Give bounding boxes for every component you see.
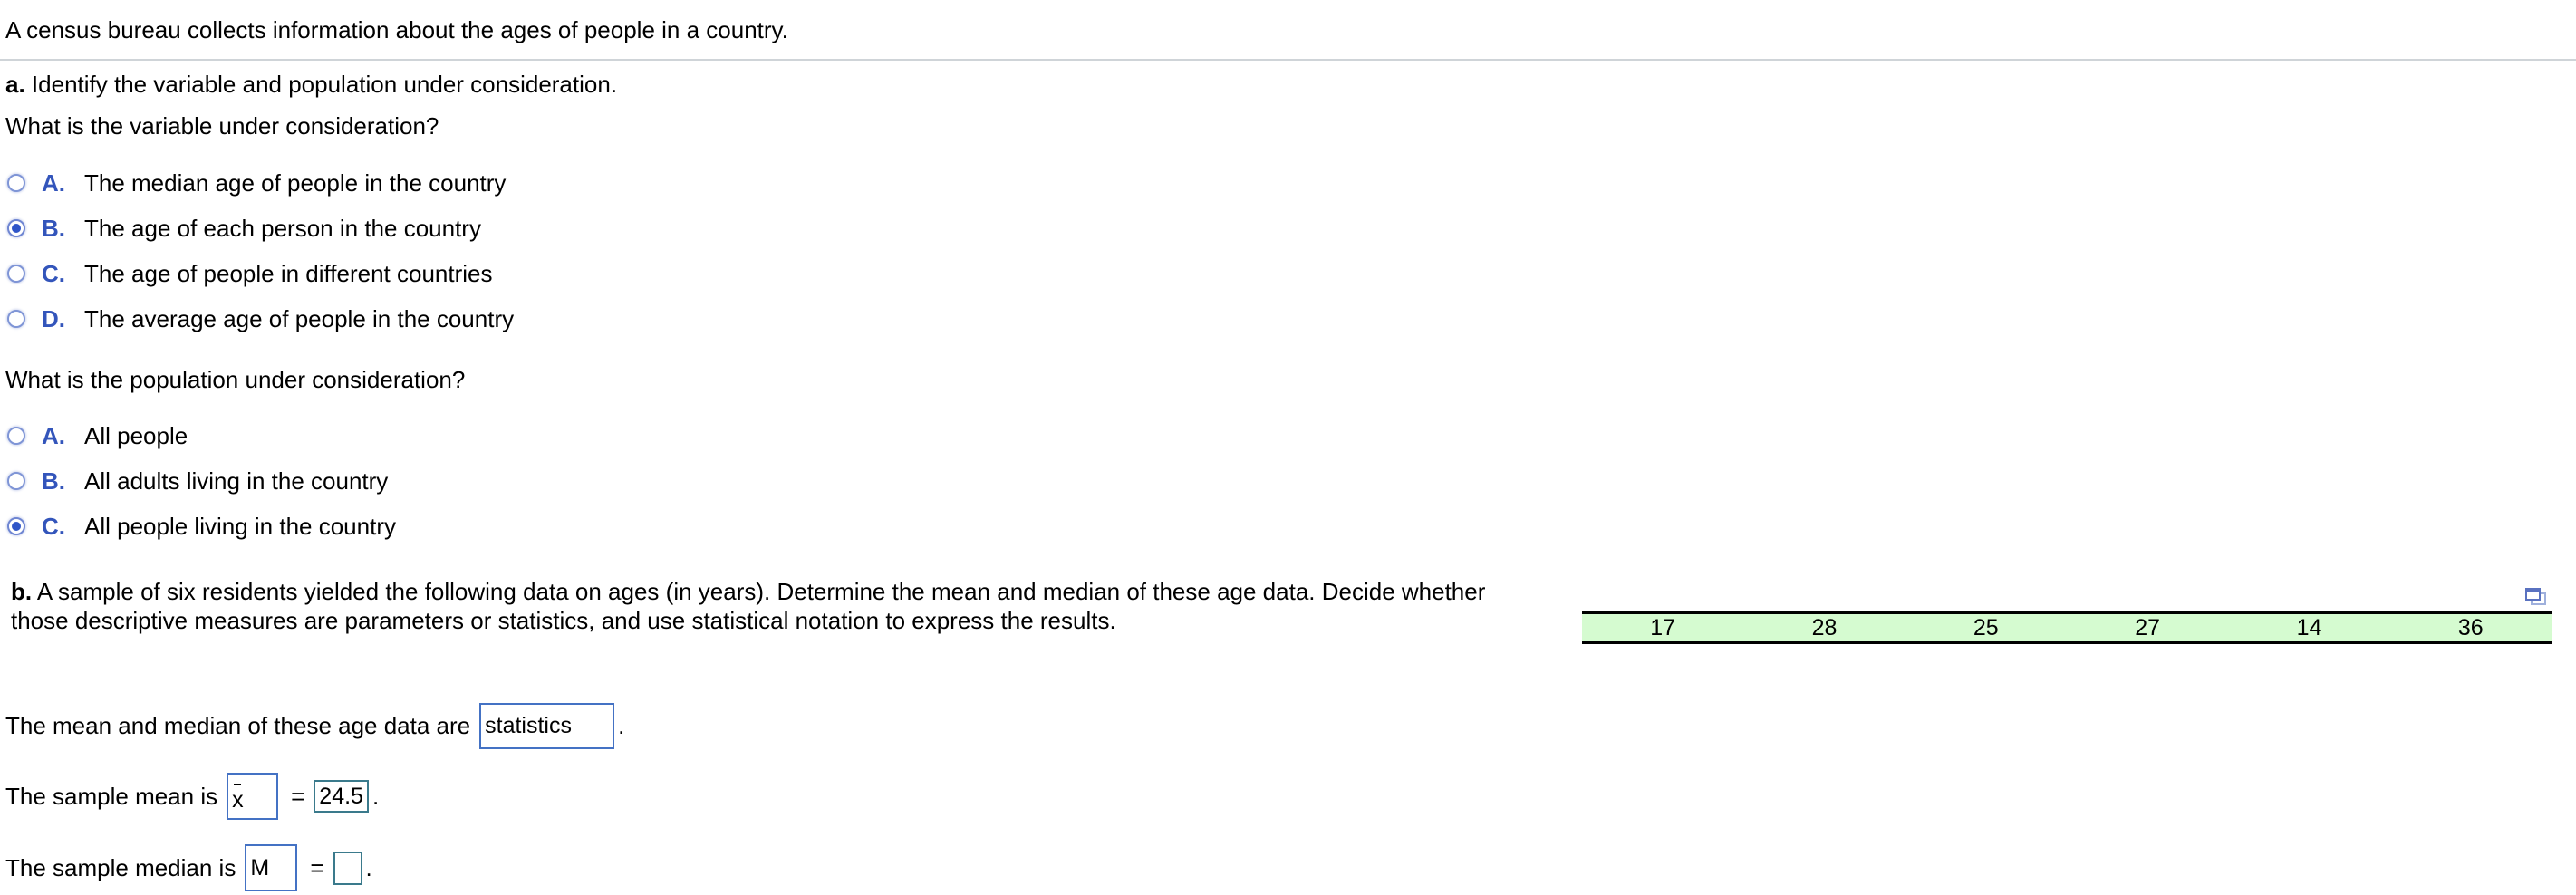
population-option-b[interactable]: B. All adults living in the country [7, 466, 388, 496]
period: . [618, 711, 625, 739]
part-b-instruction: b. A sample of six residents yielded the… [11, 577, 1485, 635]
option-text: All people living in the country [84, 512, 396, 540]
popout-window-icon[interactable] [2524, 587, 2548, 607]
age-cell: 36 [2457, 615, 2484, 640]
variable-question: What is the variable under consideration… [5, 112, 439, 140]
median-prefix: The sample median is [5, 853, 236, 881]
option-text: The average age of people in the country [84, 304, 515, 332]
measures-answer-line: The mean and median of these age data ar… [5, 702, 624, 749]
part-a-instruction: a. Identify the variable and population … [5, 69, 617, 100]
part-a-text: Identify the variable and population und… [31, 71, 618, 98]
radio-button-selected[interactable] [7, 517, 25, 535]
option-letter: C. [42, 259, 65, 287]
x-bar-overline [234, 784, 242, 785]
option-letter: B. [42, 214, 65, 242]
part-b-line-1: A sample of six residents yielded the fo… [36, 578, 1486, 605]
median-symbol-dropdown[interactable]: M [245, 844, 298, 891]
section-divider [0, 59, 2576, 61]
option-letter: D. [42, 304, 65, 332]
age-cell: 27 [2135, 615, 2161, 640]
mean-value-input[interactable]: 24.5 [314, 780, 369, 813]
variable-option-b[interactable]: B. The age of each person in the country [7, 213, 481, 244]
option-letter: C. [42, 512, 65, 540]
population-option-a[interactable]: A. All people [7, 420, 188, 451]
measures-dropdown[interactable]: statistics [479, 702, 615, 749]
age-data-table: 17 28 25 27 14 36 [1582, 611, 2552, 644]
equals-sign: = [310, 853, 324, 881]
mean-answer-line: The sample mean is x = 24.5 . [5, 773, 379, 820]
variable-option-a[interactable]: A. The median age of people in the count… [7, 168, 506, 198]
age-cell: 28 [1811, 615, 1838, 640]
population-question: What is the population under considerati… [5, 366, 466, 393]
option-text: All people [84, 421, 188, 449]
option-text: The median age of people in the country [84, 168, 507, 197]
problem-intro: A census bureau collects information abo… [5, 16, 788, 43]
option-text: The age of each person in the country [84, 214, 481, 242]
measures-prefix: The mean and median of these age data ar… [5, 711, 471, 739]
option-letter: B. [42, 467, 65, 495]
part-b-line-2: those descriptive measures are parameter… [11, 607, 1116, 634]
age-cell: 14 [2296, 615, 2322, 640]
variable-option-d[interactable]: D. The average age of people in the coun… [7, 303, 514, 334]
radio-button[interactable] [7, 472, 25, 490]
population-option-c[interactable]: C. All people living in the country [7, 511, 396, 542]
option-text: The age of people in different countries [84, 259, 493, 287]
period: . [365, 853, 372, 881]
mean-symbol-dropdown[interactable]: x [227, 773, 279, 820]
radio-button-selected[interactable] [7, 219, 25, 237]
age-cell: 25 [1973, 615, 1999, 640]
radio-button[interactable] [7, 427, 25, 445]
median-value-input[interactable] [333, 851, 362, 885]
age-cell: 17 [1650, 615, 1676, 640]
variable-option-c[interactable]: C. The age of people in different countr… [7, 258, 493, 289]
option-letter: A. [42, 421, 65, 449]
part-b-label: b. [11, 578, 33, 605]
table-row: 17 28 25 27 14 36 [1582, 613, 2552, 643]
mean-prefix: The sample mean is [5, 782, 218, 810]
radio-button[interactable] [7, 310, 25, 328]
period: . [371, 782, 380, 810]
mean-symbol: x [232, 786, 244, 813]
option-text: All adults living in the country [84, 467, 389, 495]
part-a-label: a. [5, 71, 25, 98]
median-answer-line: The sample median is M = . [5, 844, 372, 891]
option-letter: A. [42, 168, 65, 197]
radio-button[interactable] [7, 174, 25, 192]
equals-sign: = [291, 782, 305, 810]
radio-button[interactable] [7, 265, 25, 283]
